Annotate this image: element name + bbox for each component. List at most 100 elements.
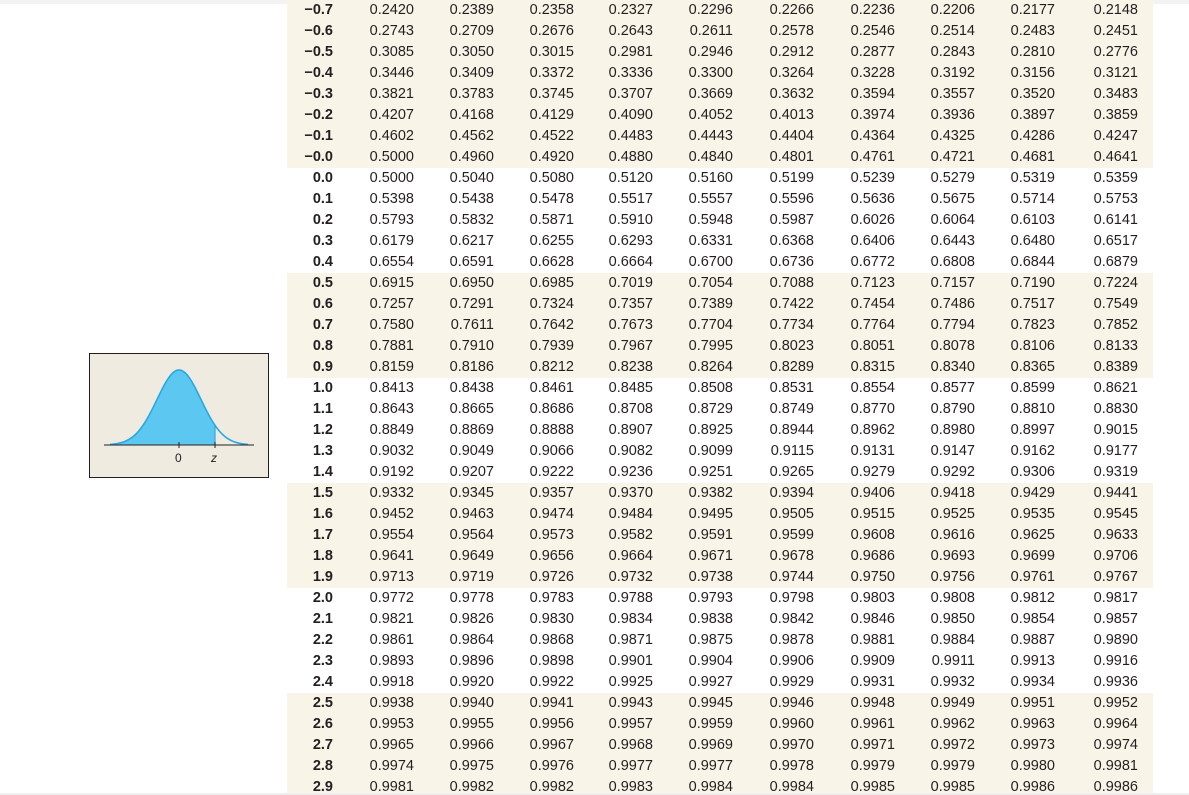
probability-cell: 0.4602	[369, 128, 414, 144]
probability-cell: 0.9966	[449, 737, 494, 753]
probability-cell: 0.5080	[529, 170, 574, 186]
probability-cell: 0.5832	[449, 212, 494, 228]
z-value-cell: 2.4	[312, 674, 333, 690]
probability-cell: 0.5596	[769, 191, 814, 207]
table-row: 1.4 0.9192 0.9207 0.9222 0.9236 0.9251 0.9265 0…	[287, 462, 1153, 483]
probability-cell: 0.7454	[850, 296, 895, 312]
probability-cell: 0.9854	[1010, 611, 1055, 627]
probability-cell: 0.9015	[1093, 422, 1138, 438]
probability-cell: 0.9664	[608, 548, 653, 564]
z-value-cell: −0.2	[304, 107, 333, 123]
probability-cell: 0.8962	[850, 422, 895, 438]
probability-cell: 0.9913	[1010, 653, 1055, 669]
probability-cell: 0.9767	[1093, 569, 1138, 585]
probability-cell: 0.9817	[1093, 590, 1138, 606]
probability-cell: 0.9951	[1010, 695, 1055, 711]
probability-cell: 0.8389	[1093, 359, 1138, 375]
probability-cell: 0.8186	[449, 359, 494, 375]
probability-cell: 0.6844	[1010, 254, 1055, 270]
probability-cell: 0.6628	[529, 254, 574, 270]
axis-label-zero: 0	[175, 451, 182, 465]
probability-cell: 0.3897	[1010, 107, 1055, 123]
probability-cell: 0.9948	[850, 695, 895, 711]
probability-cell: 0.9965	[369, 737, 414, 753]
probability-cell: 0.6480	[1010, 233, 1055, 249]
probability-cell: 0.9887	[1010, 632, 1055, 648]
probability-cell: 0.2266	[769, 2, 814, 18]
probability-cell: 0.9803	[850, 590, 895, 606]
table-row: 1.0 0.8413 0.8438 0.8461 0.8485 0.8508 0.8531 0…	[287, 378, 1153, 399]
probability-cell: 0.9893	[369, 653, 414, 669]
axis-label-z: z	[210, 451, 217, 465]
probability-cell: 0.8554	[850, 380, 895, 396]
probability-cell: 0.9834	[608, 611, 653, 627]
probability-cell: 0.7611	[450, 317, 494, 333]
probability-cell: 0.9306	[1010, 464, 1055, 480]
probability-cell: 0.8264	[688, 359, 733, 375]
probability-cell: 0.3156	[1010, 65, 1055, 81]
probability-cell: 0.5160	[688, 170, 733, 186]
probability-cell: 0.9922	[529, 674, 574, 690]
probability-cell: 0.2451	[1093, 23, 1138, 39]
probability-cell: 0.8686	[529, 401, 574, 417]
probability-cell: 0.9474	[529, 506, 574, 522]
probability-cell: 0.5987	[769, 212, 814, 228]
probability-cell: 0.7967	[608, 338, 653, 354]
probability-cell: 0.7704	[688, 317, 733, 333]
probability-cell: 0.5000	[369, 149, 414, 165]
table-row: 2.0 0.9772 0.9778 0.9783 0.9788 0.9793 0.9798 0…	[287, 588, 1153, 609]
probability-cell: 0.6255	[529, 233, 574, 249]
probability-cell: 0.9941	[529, 695, 574, 711]
table-row: 0.9 0.8159 0.8186 0.8212 0.8238 0.8264 0.8289 0…	[287, 357, 1153, 378]
probability-cell: 0.9693	[930, 548, 975, 564]
table-row: −0.6 0.2743 0.2709 0.2676 0.2643 0.2611 0.2578…	[287, 21, 1153, 42]
probability-cell: 0.9798	[769, 590, 814, 606]
z-value-cell: 1.0	[312, 380, 333, 396]
z-value-cell: 0.9	[312, 359, 333, 375]
probability-cell: 0.9251	[688, 464, 733, 480]
probability-cell: 0.2709	[449, 23, 494, 39]
probability-cell: 0.4443	[688, 128, 733, 144]
table-row: 0.0 0.5000 0.5040 0.5080 0.5120 0.5160 0.5199 0…	[287, 168, 1153, 189]
probability-cell: 0.9535	[1010, 506, 1055, 522]
probability-cell: 0.6591	[449, 254, 494, 270]
probability-cell: 0.7517	[1010, 296, 1055, 312]
probability-cell: 0.9896	[449, 653, 494, 669]
probability-cell: 0.9633	[1093, 527, 1138, 543]
z-value-cell: 2.1	[312, 611, 333, 627]
probability-cell: 0.9838	[688, 611, 733, 627]
probability-cell: 0.5000	[369, 170, 414, 186]
probability-cell: 0.9884	[930, 632, 975, 648]
probability-cell: 0.9898	[529, 653, 574, 669]
probability-cell: 0.9878	[769, 632, 814, 648]
probability-cell: 0.9911	[931, 653, 975, 669]
probability-cell: 0.9972	[930, 737, 975, 753]
probability-cell: 0.8051	[850, 338, 895, 354]
probability-cell: 0.9979	[930, 758, 975, 774]
probability-cell: 0.8907	[608, 422, 653, 438]
probability-cell: 0.4920	[529, 149, 574, 165]
probability-cell: 0.9192	[369, 464, 414, 480]
probability-cell: 0.8997	[1010, 422, 1055, 438]
z-value-cell: 0.1	[312, 191, 333, 207]
probability-cell: 0.9955	[449, 716, 494, 732]
probability-cell: 0.9981	[1093, 758, 1138, 774]
probability-cell: 0.9931	[850, 674, 895, 690]
probability-cell: 0.3409	[449, 65, 494, 81]
table-row: 2.6 0.9953 0.9955 0.9956 0.9957 0.9959 0.9960 0…	[287, 714, 1153, 735]
probability-cell: 0.8485	[608, 380, 653, 396]
probability-cell: 0.9332	[369, 485, 414, 501]
probability-cell: 0.7823	[1010, 317, 1055, 333]
probability-cell: 0.7995	[688, 338, 733, 354]
probability-cell: 0.8289	[769, 359, 814, 375]
table-row: 1.1 0.8643 0.8665 0.8686 0.8708 0.8729 0.8749 0…	[287, 399, 1153, 420]
table-row: 1.5 0.9332 0.9345 0.9357 0.9370 0.9382 0.9394 0…	[287, 483, 1153, 504]
table-row: 0.5 0.6915 0.6950 0.6985 0.7019 0.7054 0.7088 0…	[287, 273, 1153, 294]
probability-cell: 0.9573	[529, 527, 574, 543]
probability-cell: 0.7939	[529, 338, 574, 354]
probability-cell: 0.3745	[529, 86, 574, 102]
probability-cell: 0.9875	[688, 632, 733, 648]
probability-cell: 0.6064	[930, 212, 975, 228]
z-value-cell: −0.7	[304, 2, 333, 18]
probability-cell: 0.8212	[529, 359, 574, 375]
